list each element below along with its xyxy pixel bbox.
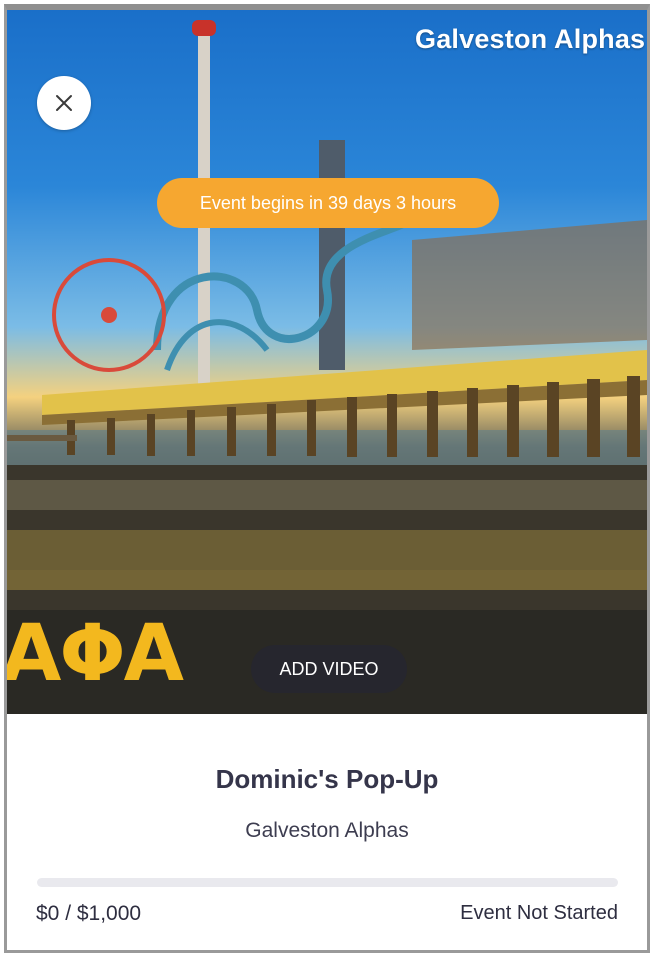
event-title: Dominic's Pop-Up xyxy=(215,764,439,794)
brand-watermark-text: Galveston Alphas xyxy=(415,24,646,54)
countdown-badge: Event begins in 39 days 3 hours xyxy=(157,178,499,228)
amount-raised: $0 / $1,000 xyxy=(36,902,142,925)
close-icon xyxy=(56,95,72,111)
close-button[interactable] xyxy=(37,76,91,130)
fundraising-progress-bar xyxy=(37,878,618,887)
greek-letters-logo: ΑΦΑ xyxy=(7,609,184,699)
add-video-button[interactable]: ADD VIDEO xyxy=(251,645,407,693)
event-info-panel: Dominic's Pop-Up Galveston Alphas $0 / $… xyxy=(7,714,647,950)
event-card: Galveston Alphas Event begins in 39 days… xyxy=(4,4,650,953)
event-status: Event Not Started xyxy=(460,902,618,924)
hero-image: Galveston Alphas Event begins in 39 days… xyxy=(7,10,647,714)
organization-name: Galveston Alphas xyxy=(245,819,409,842)
